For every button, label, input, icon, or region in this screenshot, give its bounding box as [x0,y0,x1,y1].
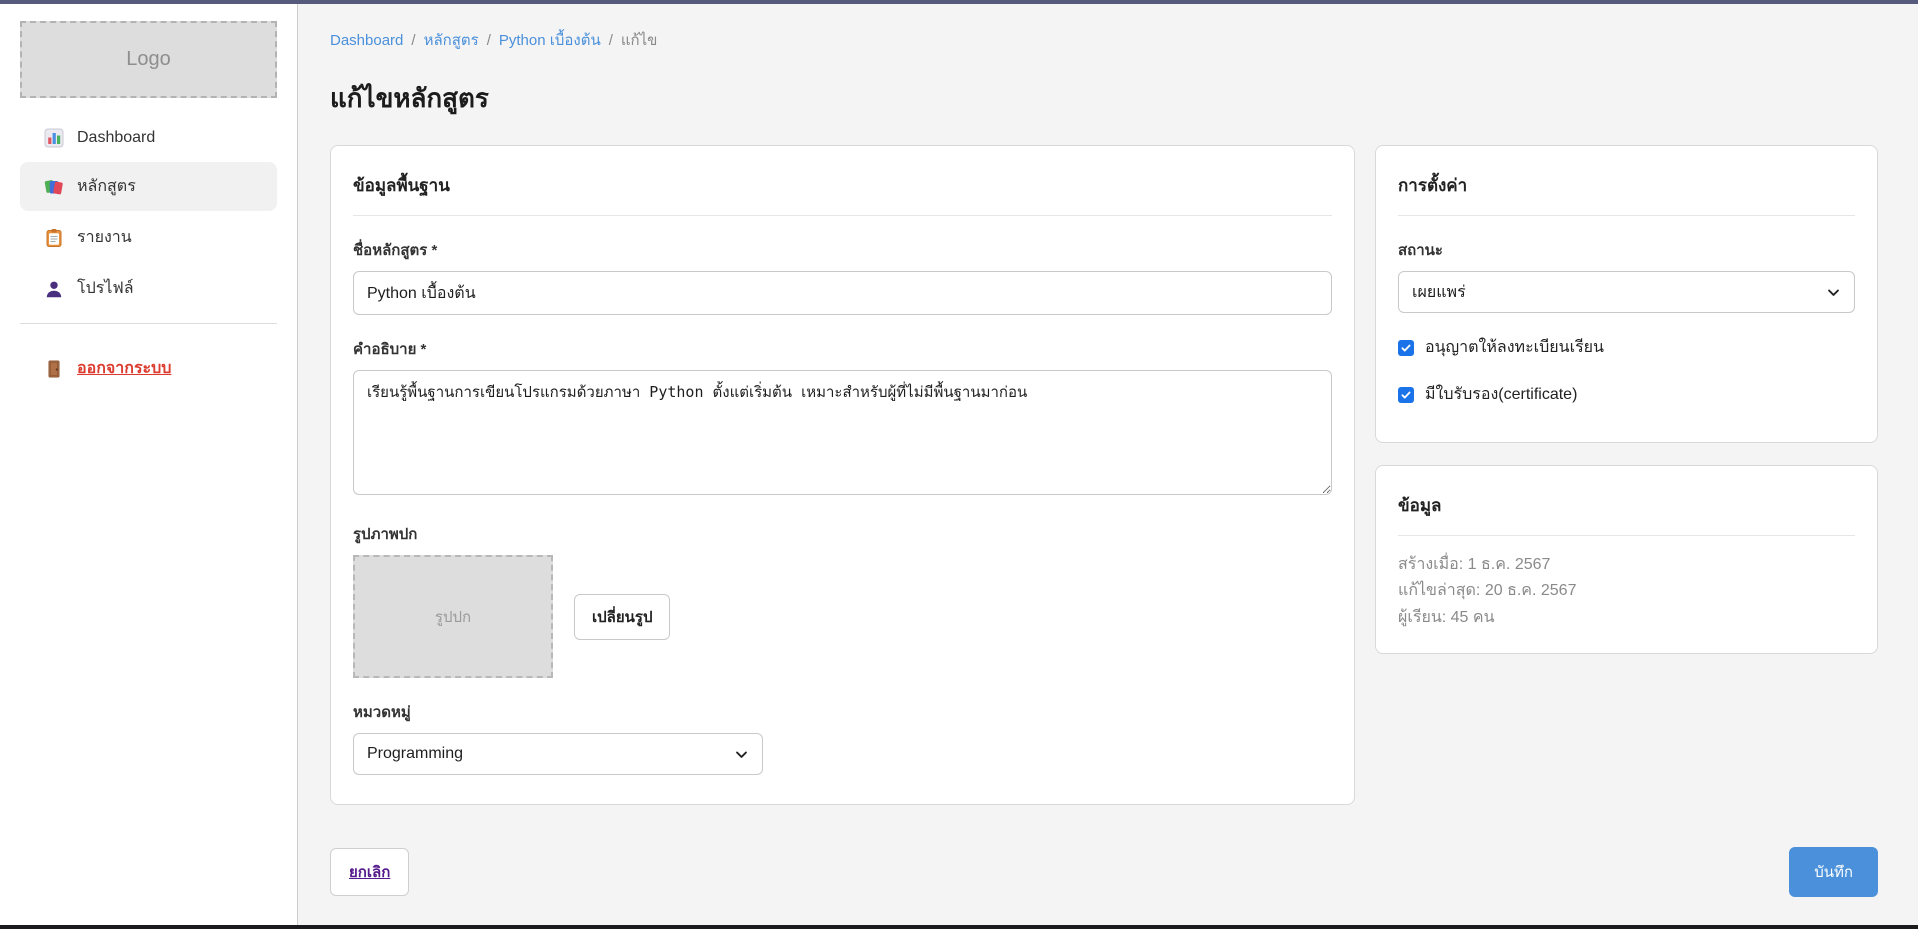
sidebar-divider [20,323,277,324]
allow-enroll-checkbox[interactable] [1398,340,1414,356]
category-group: หมวดหมู่ Programming [353,700,1332,775]
door-icon [44,359,64,379]
category-select[interactable]: Programming [353,733,763,775]
bottom-window-edge [0,925,1918,929]
check-icon [1400,389,1412,401]
info-modified: แก้ไขล่าสุด: 20 ธ.ค. 2567 [1398,578,1855,604]
breadcrumb: Dashboard / หลักสูตร / Python เบื้องต้น … [330,28,1878,52]
logo-placeholder: Logo [20,21,277,98]
books-icon [44,177,64,197]
right-column: การตั้งค่า สถานะ เผยแพร่ อนุญาตให้ [1375,145,1878,654]
allow-enroll-label: อนุญาตให้ลงทะเบียนเรียน [1425,335,1604,360]
category-select-value: Programming [367,745,463,763]
clipboard-icon [44,228,64,248]
card-title-divider [1398,535,1855,536]
description-label: คำอธิบาย * [353,337,1332,361]
sidebar-item-profile[interactable]: โปรไฟล์ [20,264,277,313]
breadcrumb-link-courses[interactable]: หลักสูตร [424,28,479,52]
cancel-button[interactable]: ยกเลิก [330,848,409,896]
breadcrumb-separator: / [411,32,415,49]
info-learners: ผู้เรียน: 45 คน [1398,605,1855,631]
settings-title: การตั้งค่า [1398,166,1855,199]
course-name-group: ชื่อหลักสูตร * [353,238,1332,315]
allow-enroll-row: อนุญาตให้ลงทะเบียนเรียน [1398,335,1855,360]
save-button[interactable]: บันทึก [1789,847,1878,897]
change-image-button[interactable]: เปลี่ยนรูป [574,594,670,640]
info-card: ข้อมูล สร้างเมื่อ: 1 ธ.ค. 2567 แก้ไขล่าส… [1375,465,1878,654]
action-row: ยกเลิก บันทึก [330,847,1878,897]
basic-info-title: ข้อมูลพื้นฐาน [353,166,1332,199]
sidebar-nav: Dashboard หลักสูตร รายงาน โปรไฟล์ [20,116,277,313]
sidebar-item-label: Dashboard [77,129,155,147]
status-select[interactable]: เผยแพร่ [1398,271,1855,313]
cover-placeholder-text: รูปปก [435,605,471,629]
content-row: ข้อมูลพื้นฐาน ชื่อหลักสูตร * คำอธิบาย * … [330,145,1878,805]
settings-card: การตั้งค่า สถานะ เผยแพร่ อนุญาตให้ [1375,145,1878,443]
certificate-checkbox[interactable] [1398,387,1414,403]
sidebar-item-reports[interactable]: รายงาน [20,213,277,262]
sidebar-item-courses[interactable]: หลักสูตร [20,162,277,211]
status-select-value: เผยแพร่ [1412,280,1466,305]
cover-row: รูปปก เปลี่ยนรูป [353,555,1332,678]
page-title: แก้ไขหลักสูตร [330,78,1878,119]
status-label: สถานะ [1398,238,1855,262]
chevron-down-icon [1826,285,1841,300]
info-body: สร้างเมื่อ: 1 ธ.ค. 2567 แก้ไขล่าสุด: 20 … [1398,552,1855,631]
breadcrumb-separator: / [487,32,491,49]
description-group: คำอธิบาย * เรียนรู้พื้นฐานการเขียนโปรแกร… [353,337,1332,500]
logout-label: ออกจากระบบ [77,356,171,381]
bar-chart-icon [44,128,64,148]
breadcrumb-separator: / [609,32,613,49]
main-content: Dashboard / หลักสูตร / Python เบื้องต้น … [298,4,1918,925]
breadcrumb-link-dashboard[interactable]: Dashboard [330,32,403,49]
certificate-label: มีใบรับรอง(certificate) [1425,382,1577,407]
app-layout: Logo Dashboard หลักสูตร รายงาน โปรไฟล์ [0,4,1918,925]
breadcrumb-current: แก้ไข [621,28,658,52]
basic-info-card: ข้อมูลพื้นฐาน ชื่อหลักสูตร * คำอธิบาย * … [330,145,1355,805]
cancel-button-label: ยกเลิก [349,860,390,884]
course-name-input[interactable] [353,271,1332,315]
sidebar-item-label: โปรไฟล์ [77,276,134,301]
sidebar-item-label: รายงาน [77,225,132,250]
check-icon [1400,342,1412,354]
cover-image-placeholder: รูปปก [353,555,553,678]
course-name-label: ชื่อหลักสูตร * [353,238,1332,262]
description-textarea[interactable]: เรียนรู้พื้นฐานการเขียนโปรแกรมด้วยภาษา P… [353,370,1332,495]
sidebar-item-dashboard[interactable]: Dashboard [20,116,277,160]
certificate-row: มีใบรับรอง(certificate) [1398,382,1855,407]
logout-link[interactable]: ออกจากระบบ [20,344,277,393]
category-label: หมวดหมู่ [353,700,1332,724]
logo-text: Logo [126,48,171,71]
breadcrumb-link-course[interactable]: Python เบื้องต้น [499,28,601,52]
sidebar-item-label: หลักสูตร [77,174,136,199]
chevron-down-icon [734,747,749,762]
person-icon [44,279,64,299]
cover-image-group: รูปภาพปก รูปปก เปลี่ยนรูป [353,522,1332,678]
info-title: ข้อมูล [1398,486,1855,519]
cover-image-label: รูปภาพปก [353,522,1332,546]
info-created: สร้างเมื่อ: 1 ธ.ค. 2567 [1398,552,1855,578]
status-group: สถานะ เผยแพร่ [1398,238,1855,313]
card-title-divider [1398,215,1855,216]
sidebar: Logo Dashboard หลักสูตร รายงาน โปรไฟล์ [0,4,298,925]
card-title-divider [353,215,1332,216]
